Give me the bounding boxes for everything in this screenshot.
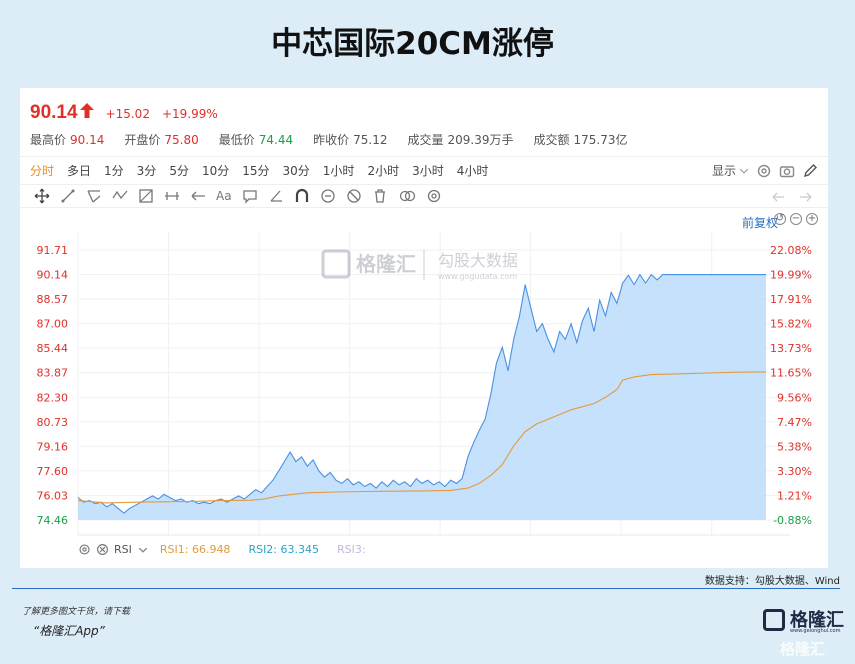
y-tick-label: 80.73 bbox=[37, 416, 69, 429]
y-axis-right: 22.08% 19.99% 17.91% 15.82% 13.73% 11.65% 9.56… bbox=[770, 244, 812, 527]
price-chart: 格隆汇 勾股大数据 www.gogudata.com 91.71 90.14 88.… bbox=[37, 231, 812, 536]
y-pct-tick-label: 7.47% bbox=[777, 416, 812, 429]
chart-watermark: 格隆汇 勾股大数据 www.gogudata.com bbox=[321, 249, 518, 281]
y-pct-tick-label: 3.30% bbox=[777, 465, 812, 478]
y-pct-tick-label: 22.08% bbox=[770, 244, 812, 257]
watermark-cn2: 勾股大数据 bbox=[438, 251, 518, 270]
gelonghui-logo-icon bbox=[763, 609, 785, 631]
y-pct-tick-label: 11.65% bbox=[770, 367, 812, 380]
watermark-url: www.gogudata.com bbox=[438, 272, 517, 281]
y-tick-label: 91.71 bbox=[37, 244, 69, 257]
app-name: “格隆汇App” bbox=[33, 624, 105, 638]
rsi-bar: RSI RSI1: 66.948 RSI2: 63.345 RSI3: bbox=[78, 543, 384, 556]
chevron-down-icon[interactable] bbox=[138, 545, 148, 555]
y-tick-label: 76.03 bbox=[37, 489, 69, 502]
y-tick-label: 77.60 bbox=[37, 465, 69, 478]
y-tick-label: 79.16 bbox=[37, 440, 69, 453]
y-pct-tick-label: 9.56% bbox=[777, 391, 812, 404]
y-pct-tick-label: -0.88% bbox=[773, 514, 812, 527]
headline-title: 中芯国际20CM涨停 bbox=[271, 26, 554, 62]
divider bbox=[12, 588, 840, 589]
corner-watermark: 格隆汇 bbox=[780, 640, 826, 658]
y-tick-label: 82.30 bbox=[37, 391, 69, 404]
y-pct-tick-label: 1.21% bbox=[777, 489, 812, 502]
y-tick-label: 90.14 bbox=[37, 269, 69, 282]
rsi-close-icon[interactable] bbox=[96, 543, 109, 556]
watermark-cn: 格隆汇 bbox=[356, 252, 416, 276]
rsi-label[interactable]: RSI bbox=[114, 543, 132, 556]
y-pct-tick-label: 5.38% bbox=[777, 440, 812, 453]
rsi3-value: RSI3: bbox=[337, 543, 366, 556]
watermark-logo-icon bbox=[321, 249, 351, 279]
y-tick-label: 88.57 bbox=[37, 293, 69, 306]
y-axis-left: 91.71 90.14 88.57 87.00 85.44 83.87 82.30 80.73… bbox=[37, 244, 69, 527]
data-support-note: 数据支持：勾股大数据、Wind bbox=[704, 576, 840, 587]
y-tick-label: 83.87 bbox=[37, 367, 69, 380]
logo-url: www.gelonghui.com bbox=[790, 628, 841, 634]
y-pct-tick-label: 17.91% bbox=[770, 293, 812, 306]
download-hint: 了解更多图文干货，请下载 bbox=[22, 607, 131, 617]
y-pct-tick-label: 15.82% bbox=[770, 318, 812, 331]
rsi2-value: RSI2: 63.345 bbox=[248, 543, 319, 556]
chart-panel: 90.14 +15.02 +19.99% 最高价 90.14 开盘价 75.80 最低价… bbox=[20, 88, 828, 568]
y-tick-label: 74.46 bbox=[37, 514, 69, 527]
rsi1-value: RSI1: 66.948 bbox=[159, 543, 231, 556]
y-pct-tick-label: 19.99% bbox=[770, 269, 812, 282]
y-pct-tick-label: 13.73% bbox=[770, 342, 812, 355]
y-tick-label: 85.44 bbox=[37, 342, 69, 355]
y-tick-label: 87.00 bbox=[37, 318, 69, 331]
rsi-settings-icon[interactable] bbox=[78, 543, 91, 556]
